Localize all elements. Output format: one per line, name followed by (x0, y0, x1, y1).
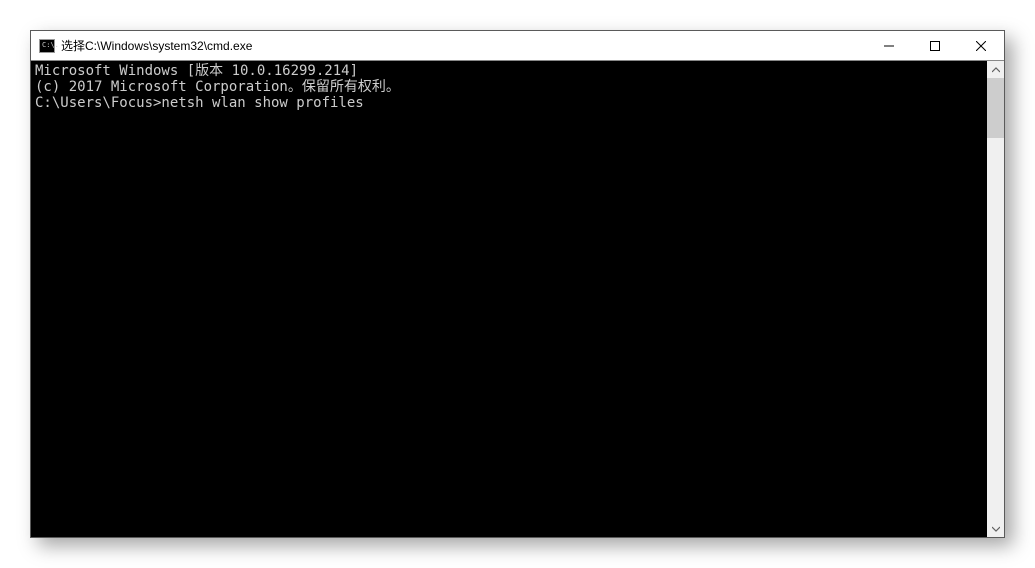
cmd-icon: C:\. (39, 39, 55, 53)
scrollbar-track[interactable] (987, 78, 1004, 520)
maximize-button[interactable] (912, 31, 958, 60)
minimize-button[interactable] (866, 31, 912, 60)
chevron-down-icon (992, 525, 1000, 533)
close-icon (976, 41, 986, 51)
chevron-up-icon (992, 66, 1000, 74)
terminal-line: Microsoft Windows [版本 10.0.16299.214] (35, 63, 983, 79)
scroll-up-button[interactable] (987, 61, 1004, 78)
scrollbar-thumb[interactable] (987, 78, 1004, 138)
minimize-icon (884, 41, 894, 51)
terminal-area: Microsoft Windows [版本 10.0.16299.214](c)… (31, 61, 1004, 537)
terminal-line: (c) 2017 Microsoft Corporation。保留所有权利。 (35, 79, 983, 95)
terminal-content[interactable]: Microsoft Windows [版本 10.0.16299.214](c)… (31, 61, 987, 537)
window-title: 选择C:\Windows\system32\cmd.exe (61, 37, 866, 54)
cmd-window: C:\. 选择C:\Windows\system32\cmd.exe (30, 30, 1005, 538)
terminal-line: C:\Users\Focus>netsh wlan show profiles (35, 95, 983, 111)
vertical-scrollbar[interactable] (987, 61, 1004, 537)
window-controls (866, 31, 1004, 60)
maximize-icon (930, 41, 940, 51)
titlebar[interactable]: C:\. 选择C:\Windows\system32\cmd.exe (31, 31, 1004, 61)
scroll-down-button[interactable] (987, 520, 1004, 537)
close-button[interactable] (958, 31, 1004, 60)
